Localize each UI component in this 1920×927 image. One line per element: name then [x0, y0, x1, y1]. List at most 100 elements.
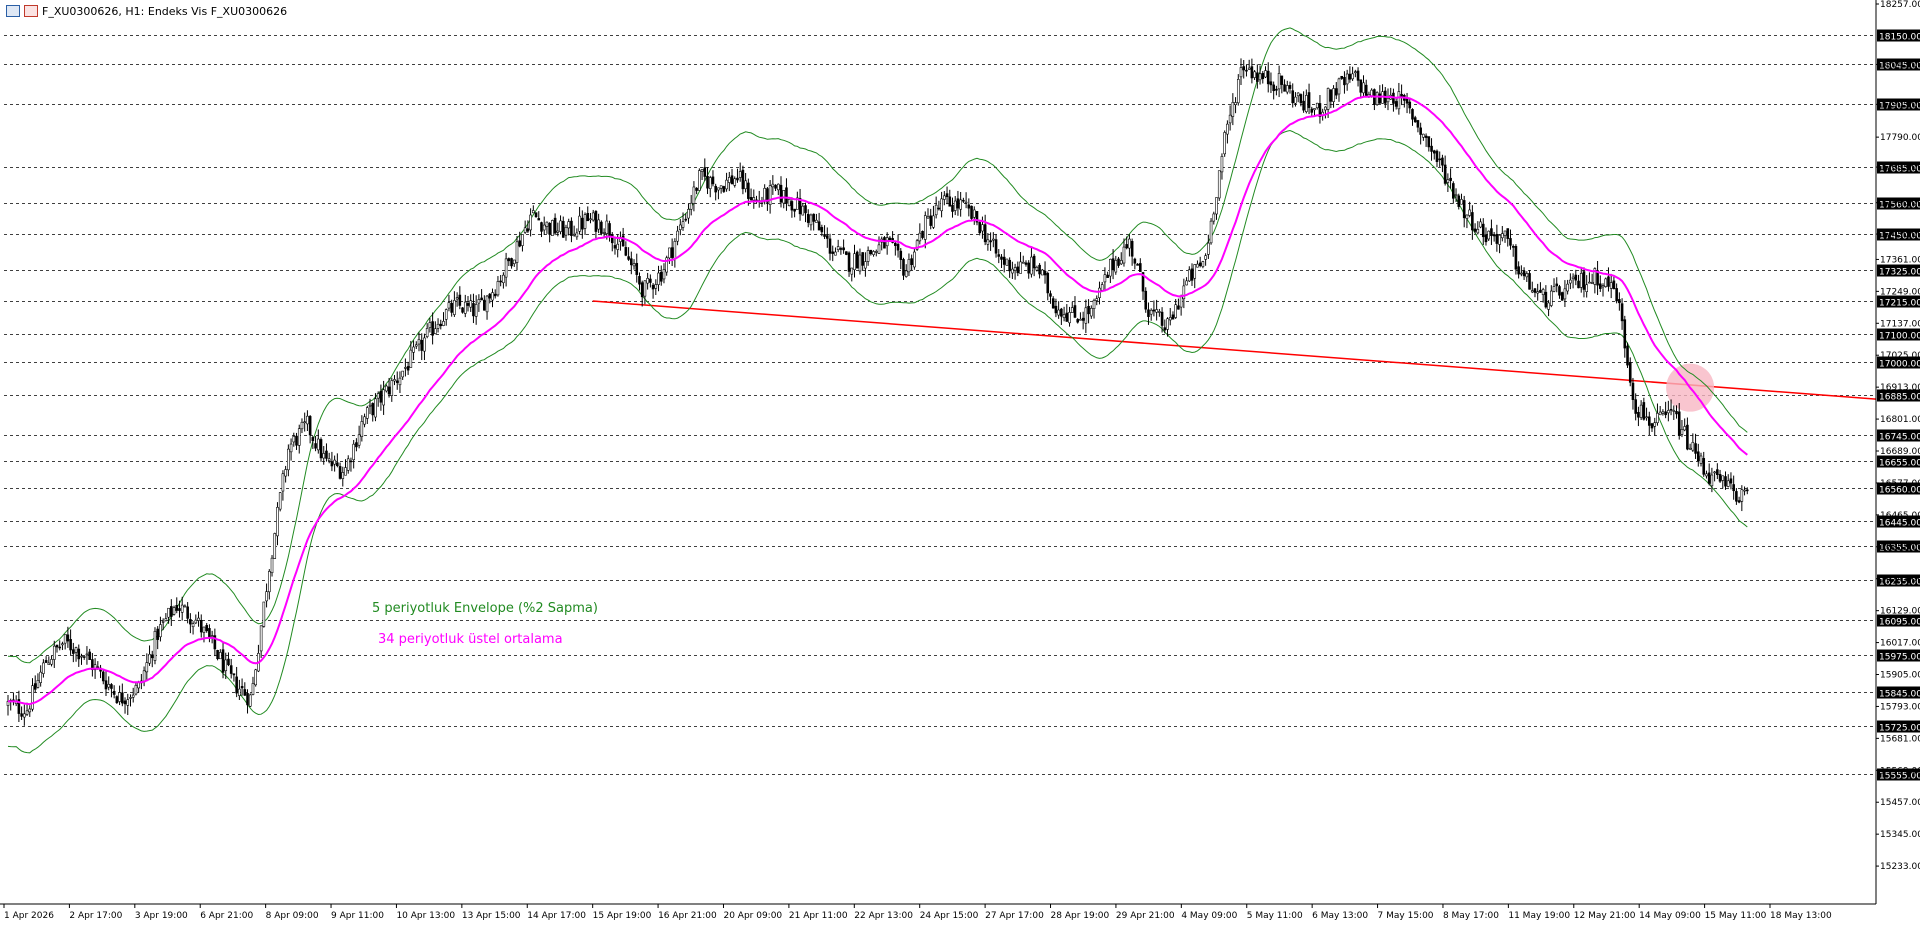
candle-body [1552, 286, 1556, 292]
candlestick-chart[interactable]: 18150.00 18045.00 17905.00 17685.00 17560.00… [0, 0, 1920, 923]
candle-body [1735, 491, 1738, 502]
indicator-icon[interactable] [24, 5, 38, 17]
candle-body [23, 713, 26, 718]
candle-body [189, 619, 192, 625]
candle-body [591, 212, 595, 221]
candle-body [564, 227, 568, 236]
candle-body [273, 533, 277, 559]
candle-body [246, 693, 249, 706]
candle-body [85, 653, 89, 656]
candle-body [877, 244, 881, 254]
candle-body [126, 699, 130, 706]
candle-body [953, 200, 957, 211]
candle-body [1656, 412, 1659, 424]
candle-body [711, 176, 715, 185]
candle-body [861, 252, 864, 266]
candle-body [1326, 88, 1330, 110]
candle-body [1103, 274, 1107, 283]
candle-body [1569, 279, 1572, 284]
candle-body [747, 182, 750, 199]
candle-body [1696, 451, 1700, 462]
candle-body [1060, 308, 1063, 317]
candle-body [197, 617, 200, 621]
candle-body [910, 258, 913, 266]
candle-body [450, 302, 453, 313]
candle-body [1038, 264, 1041, 275]
candle-body [1315, 102, 1319, 109]
candle-body [526, 228, 530, 232]
chart-icon[interactable] [6, 5, 20, 17]
candle-body [1236, 79, 1240, 104]
candle-body [883, 237, 886, 249]
candle-body [1155, 309, 1158, 313]
candle-body [1413, 117, 1417, 123]
candle-body [39, 671, 42, 683]
candle-body [1174, 304, 1177, 318]
candle-body [815, 219, 818, 223]
candle-body [453, 300, 456, 315]
candle-body [700, 169, 704, 172]
candle-body [352, 443, 355, 461]
candle-body [488, 293, 492, 299]
candle-body [1495, 233, 1499, 244]
candle-body [1269, 81, 1273, 86]
candle-body [428, 322, 432, 328]
candle-body [178, 608, 181, 611]
candle-body [542, 224, 546, 231]
chart-window[interactable]: F_XU0300626, H1: Endeks Vis F_XU0300626 … [0, 0, 1920, 923]
candle-body [325, 450, 328, 459]
candle-body [1653, 422, 1657, 427]
candle-body [129, 697, 132, 699]
candle-body [978, 222, 982, 234]
candle-body [959, 199, 962, 210]
candle-body [1111, 258, 1115, 271]
candle-body [1256, 72, 1259, 82]
candle-body [945, 193, 949, 198]
time-tick-label: 15 Apr 19:00 [593, 911, 652, 921]
candle-body [297, 428, 301, 446]
price-level-label: 17325.00 [1879, 268, 1920, 278]
candle-body [668, 247, 671, 259]
candle-body [1454, 193, 1458, 196]
candle-body [148, 653, 151, 664]
candle-body [706, 175, 709, 189]
candle-body [1615, 288, 1618, 302]
candle-body [311, 437, 315, 441]
candle-body [1019, 261, 1022, 274]
candle-body [676, 230, 679, 242]
candle-body [115, 696, 119, 704]
candle-body [1525, 273, 1529, 278]
candle-body [1041, 269, 1044, 276]
candle-body [33, 683, 37, 690]
candle-body [349, 460, 353, 463]
candle-body [382, 389, 385, 406]
candle-body [1209, 220, 1213, 244]
candle-body [1724, 476, 1727, 487]
candle-body [101, 671, 105, 682]
candle-body [1623, 319, 1627, 349]
candle-body [1158, 311, 1161, 313]
candle-body [1139, 263, 1142, 272]
candle-body [1707, 472, 1711, 484]
candle-body [1324, 106, 1327, 111]
candle-body [1035, 266, 1039, 271]
candle-body [1008, 259, 1011, 272]
candle-body [210, 635, 214, 637]
candle-body [240, 686, 244, 689]
candle-body [455, 297, 459, 300]
candle-body [540, 222, 543, 232]
candle-body [322, 453, 326, 459]
candle-body [1563, 288, 1567, 300]
price-tick-label: 16017.00 [1880, 639, 1920, 649]
candle-body [1201, 261, 1205, 267]
candle-body [1092, 300, 1096, 309]
candle-body [1275, 88, 1278, 91]
candle-body [864, 261, 867, 269]
candle-body [1560, 292, 1564, 301]
price-level-label: 16655.00 [1879, 459, 1920, 469]
price-tick-label: 16241.00 [1880, 575, 1920, 585]
candle-body [559, 220, 562, 232]
candle-body [186, 606, 189, 619]
candle-body [1090, 307, 1093, 317]
candle-body [749, 197, 753, 201]
